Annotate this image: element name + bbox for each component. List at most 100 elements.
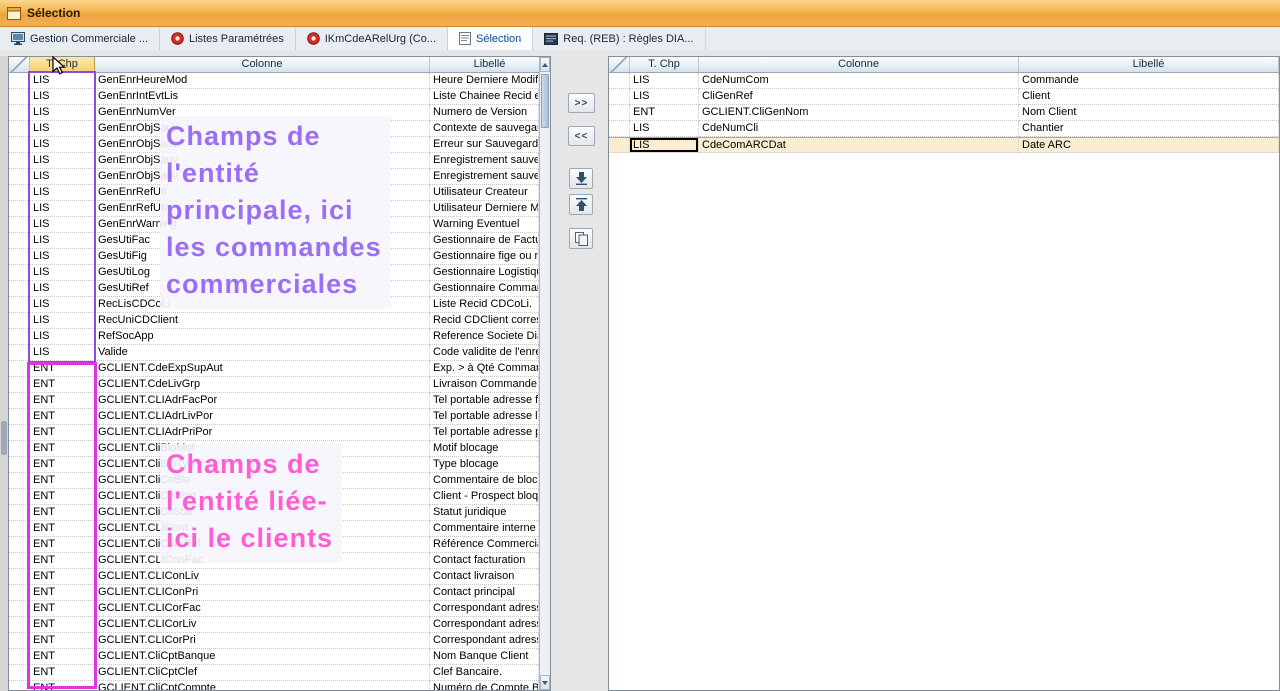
cell-type: LIS [30,169,95,185]
table-row[interactable]: LISCdeNumCliChantier [609,121,1279,137]
cell-type: LIS [630,121,699,137]
edge-scrollbar-thumb[interactable] [1,421,7,455]
table-row[interactable]: ENTGCLIENT.CLICorLivCorrespondant adress… [9,617,539,633]
cell-type: ENT [30,425,95,441]
cell-type: LIS [30,185,95,201]
add-all-button[interactable]: >> [568,93,595,113]
row-selector-cell [9,457,30,473]
row-selector-cell [9,553,30,569]
tab-2[interactable]: Listes Paramétrées [160,27,296,50]
table-row[interactable]: ENTGCLIENT.CdeLivGrpLivraison Commande G… [9,377,539,393]
cell-colonne: CdeNumCom [699,73,1019,89]
annotation-linked-entity: Champs del'entité liée-ici le clients [160,444,342,563]
table-row[interactable]: ENTGCLIENT.CLICorPriCorrespondant adress… [9,633,539,649]
cell-type: LIS [30,281,95,297]
cell-libelle: Contexte de sauvegarde [430,121,539,137]
table-row[interactable]: ENTGCLIENT.CLICorFacCorrespondant adress… [9,601,539,617]
row-selector-cell [9,505,30,521]
application-window: Sélection Gestion Commerciale ...Listes … [0,0,1280,691]
row-selector-cell [9,217,30,233]
triangle-down-icon [542,681,548,685]
annotation-line: l'entité [166,155,382,192]
row-selector-cell [9,489,30,505]
main-area: T. Chp Colonne Libellé LISGenEnrHeureMod… [0,50,1280,691]
cell-type: ENT [30,601,95,617]
column-header-colonne[interactable]: Colonne [95,57,430,73]
annotation-line: l'entité liée- [166,483,333,520]
scrollbar-thumb[interactable] [541,74,549,128]
cell-libelle: Tel portable adresse pri [430,425,539,441]
left-edge-scrollbar[interactable] [0,56,8,691]
cell-colonne: CliGenRef [699,89,1019,105]
column-header-libelle[interactable]: Libellé [430,57,550,73]
table-row[interactable]: LISCliGenRefClient [609,89,1279,105]
remove-all-button[interactable]: << [568,126,595,146]
column-header-tchp[interactable]: T. Chp [30,57,95,73]
triangle-up-icon [542,63,548,67]
cell-libelle: Référence Commercial [430,537,539,553]
cell-libelle: Type blocage [430,457,539,473]
cell-colonne: GCLIENT.CLIConLiv [95,569,430,585]
corner-header-cell[interactable] [9,57,30,73]
column-header-colonne[interactable]: Colonne [699,57,1019,73]
table-row[interactable]: ENTGCLIENT.CdeExpSupAutExp. > à Qté Comm… [9,361,539,377]
move-down-button[interactable] [569,168,593,189]
cell-colonne: CdeComARCDat [699,137,1019,153]
cell-libelle: Numero de Version [430,105,539,121]
scroll-down-button[interactable] [540,675,550,690]
cell-colonne: CdeNumCli [699,121,1019,137]
cell-type: LIS [30,121,95,137]
corner-header-cell[interactable] [609,57,630,73]
cell-type: LIS [30,249,95,265]
table-row[interactable]: ENTGCLIENT.CLIConLivContact livraison [9,569,539,585]
cell-colonne: Valide [95,345,430,361]
annotation-line: les commandes [166,229,382,266]
cell-libelle: Gestionnaire de Factura [430,233,539,249]
vertical-scrollbar[interactable] [539,57,550,690]
table-row[interactable]: LISCdeComARCDatDate ARC [609,137,1279,153]
cell-type: ENT [30,585,95,601]
table-row[interactable]: ENTGCLIENT.CLIAdrLivPorTel portable adre… [9,409,539,425]
table-row[interactable]: LISCdeNumComCommande [609,73,1279,89]
table-row[interactable]: LISGenEnrIntEvtLisListe Chainee Recid ev… [9,89,539,105]
cell-libelle: Statut juridique [430,505,539,521]
cell-type: ENT [30,569,95,585]
tab-3[interactable]: IKmCdeARelUrg (Co... [296,27,448,50]
table-row[interactable]: LISGenEnrHeureModHeure Derniere Modif [9,73,539,89]
cell-type: ENT [30,473,95,489]
cell-type: ENT [30,633,95,649]
table-row[interactable]: LISValideCode validite de l'enregi [9,345,539,361]
tab-5[interactable]: Req. (REB) : Règles DIA... [533,27,705,50]
scroll-up-button[interactable] [540,57,550,72]
table-row[interactable]: ENTGCLIENT.CliGenNomNom Client [609,105,1279,121]
table-row[interactable]: ENTGCLIENT.CLIAdrFacPorTel portable adre… [9,393,539,409]
table-row[interactable]: ENTGCLIENT.CLIAdrPriPorTel portable adre… [9,425,539,441]
selected-fields-panel: T. Chp Colonne Libellé LISCdeNumComComma… [608,56,1280,691]
table-row[interactable]: ENTGCLIENT.CliCptCompteNuméro de Compte … [9,681,539,690]
tab-1[interactable]: Gestion Commerciale ... [0,27,160,50]
move-up-button[interactable] [569,194,593,215]
cell-libelle: Recid CDClient correspo [430,313,539,329]
table-row[interactable]: ENTGCLIENT.CliCptClefClef Bancaire. [9,665,539,681]
cell-type: LIS [30,201,95,217]
cell-colonne: RefSocApp [95,329,430,345]
column-header-libelle[interactable]: Libellé [1019,57,1279,73]
copy-button[interactable] [569,228,593,249]
cell-type: LIS [30,73,95,89]
table-row[interactable]: ENTGCLIENT.CLIConPriContact principal [9,585,539,601]
tab-4[interactable]: Sélection [448,27,533,50]
cell-libelle: Exp. > à Qté Commandé [430,361,539,377]
annotation-line: Champs de [166,446,333,483]
table-row[interactable]: LISRefSocAppReference Societe Diap [9,329,539,345]
table-row[interactable]: ENTGCLIENT.CliCptBanqueNom Banque Client [9,649,539,665]
row-selector-cell [9,585,30,601]
column-header-tchp[interactable]: T. Chp [630,57,699,73]
cell-type: LIS [30,233,95,249]
cell-type: LIS [30,137,95,153]
cell-libelle: Gestionnaire Commande [430,281,539,297]
row-selector-cell [609,105,630,121]
cell-libelle: Clef Bancaire. [430,665,539,681]
row-selector-cell [9,473,30,489]
row-selector-cell [9,377,30,393]
table-row[interactable]: LISRecUniCDClientRecid CDClient correspo [9,313,539,329]
